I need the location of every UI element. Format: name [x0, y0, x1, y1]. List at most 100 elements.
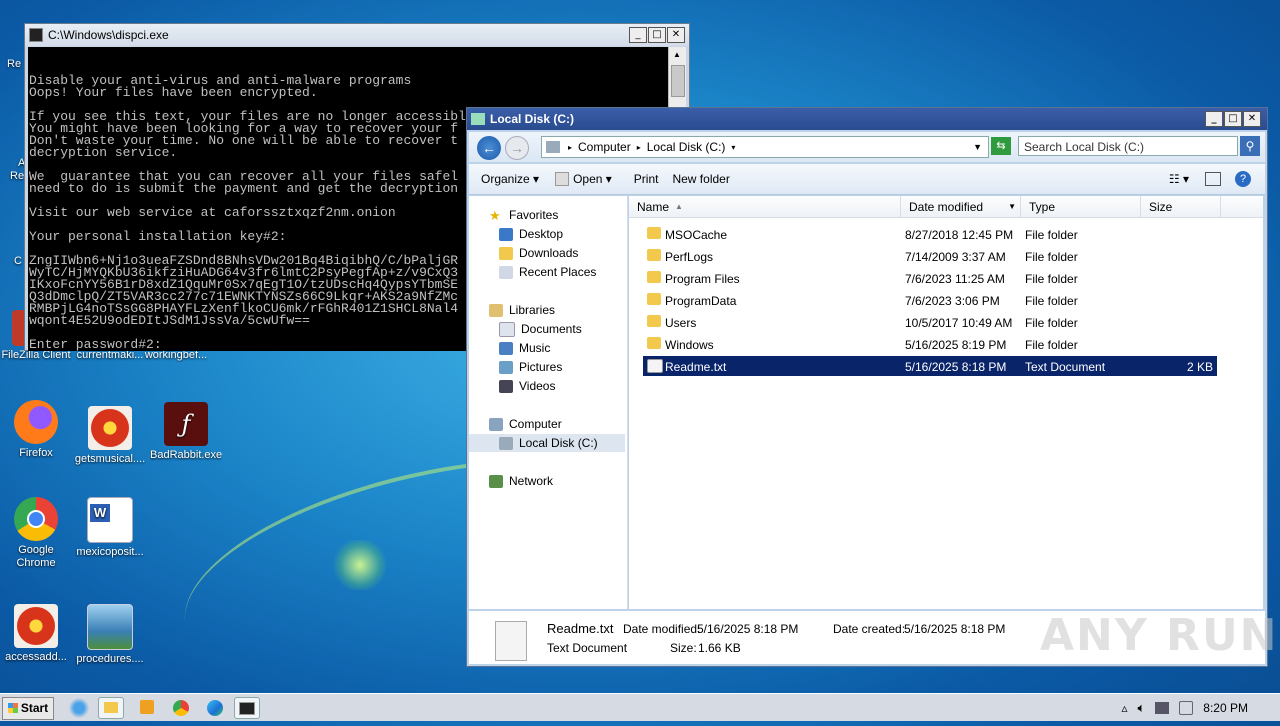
open-icon [555, 172, 570, 187]
console-taskbar-icon[interactable] [234, 697, 260, 719]
desktop-icon-mexicoposition[interactable]: W mexicoposit... [74, 497, 146, 559]
nav-documents[interactable]: Documents [499, 320, 582, 338]
scroll-up-icon[interactable]: ▲ [673, 50, 681, 59]
file-type: File folder [1025, 228, 1078, 242]
back-arrow-icon[interactable]: ← [477, 136, 501, 160]
scrollbar-thumb[interactable] [671, 65, 685, 97]
desktop-icon-firefox[interactable]: Firefox [0, 400, 72, 460]
desktop-edge-label: Re [10, 170, 25, 182]
maximize-button[interactable]: □ [1224, 111, 1242, 127]
address-history-dropdown-icon[interactable]: ▼ [973, 142, 982, 152]
file-name: Readme.txt [665, 360, 727, 374]
preview-pane-icon[interactable] [1205, 172, 1221, 186]
details-size-label: Size: [670, 641, 697, 655]
nav-videos[interactable]: Videos [499, 377, 555, 395]
search-input[interactable]: Search Local Disk (C:) [1018, 136, 1238, 156]
documents-icon [499, 321, 515, 337]
column-header-date[interactable]: Date modified ▼ [901, 196, 1021, 218]
address-bar: ← → ▸ Computer ▸ Local Disk (C:) ▾ ▼ ⇆ S… [469, 132, 1265, 162]
desktop-icon-label: Firefox [19, 447, 53, 459]
desktop-icon-getsmusical[interactable]: getsmusical.... [74, 406, 146, 466]
file-name: Windows [665, 338, 714, 352]
file-row[interactable]: PerfLogs 7/14/2009 3:37 AM File folder [643, 246, 1217, 266]
firefox-icon [14, 400, 58, 444]
search-icon[interactable]: ⚲ [1240, 136, 1260, 156]
desktop-icon-accessadd[interactable]: accessadd... [0, 604, 72, 664]
nav-music[interactable]: Music [499, 339, 550, 357]
command-bar: Organize ▾ Open ▾ Print New folder ☷ ▾ ? [469, 164, 1265, 195]
chevron-down-icon[interactable]: ▼ [1008, 202, 1016, 211]
text-file-icon [647, 359, 663, 373]
console-titlebar[interactable]: C:\Windows\dispci.exe _ □ ✕ [25, 24, 689, 46]
desktop-icon-chrome[interactable]: Google Chrome [0, 497, 72, 570]
details-type: Text Document [547, 641, 628, 655]
explorer-titlebar[interactable]: Local Disk (C:) _ □ ✕ [467, 108, 1267, 130]
desktop-edge-label: C [14, 255, 22, 267]
column-header-type[interactable]: Type [1021, 196, 1141, 218]
videos-icon [499, 379, 513, 393]
folder-icon [647, 315, 661, 327]
folder-icon [647, 293, 661, 305]
nav-network[interactable]: Network [489, 472, 553, 490]
view-options-icon[interactable]: ☷ ▾ [1169, 172, 1189, 186]
minimize-button[interactable]: _ [629, 27, 647, 43]
media-player-icon[interactable] [134, 697, 160, 719]
close-button[interactable]: ✕ [1243, 111, 1261, 127]
folder-icon [647, 271, 661, 283]
file-row[interactable]: ProgramData 7/6/2023 3:06 PM File folder [643, 290, 1217, 310]
breadcrumb-local-disk[interactable]: Local Disk (C:) [647, 140, 726, 154]
clock[interactable]: 8:20 PM [1203, 701, 1248, 715]
volume-icon[interactable]: 🔈︎ [1137, 700, 1145, 716]
action-center-icon[interactable] [1179, 700, 1194, 715]
desktop-icon-label: mexicoposit... [76, 546, 144, 558]
chevron-down-icon[interactable]: ▾ [731, 143, 735, 152]
desktop-icon-badrabbit[interactable]: ƒ BadRabbit.exe [150, 402, 222, 462]
start-button[interactable]: Start [2, 697, 54, 720]
nav-computer[interactable]: Computer [489, 415, 562, 433]
internet-explorer-icon[interactable] [66, 697, 92, 719]
file-type: Text Document [1025, 360, 1106, 374]
minimize-button[interactable]: _ [1205, 111, 1223, 127]
landscape-image-icon [87, 604, 133, 650]
new-folder-button[interactable]: New folder [672, 172, 729, 186]
column-header-name[interactable]: Name ▲ [629, 196, 901, 218]
file-type: File folder [1025, 316, 1078, 330]
refresh-icon[interactable]: ⇆ [991, 137, 1011, 155]
column-header-size[interactable]: Size [1141, 196, 1221, 218]
nav-desktop[interactable]: Desktop [499, 225, 563, 243]
address-breadcrumb[interactable]: ▸ Computer ▸ Local Disk (C:) ▾ ▼ [541, 136, 989, 158]
nav-pictures[interactable]: Pictures [499, 358, 562, 376]
file-row[interactable]: Readme.txt 5/16/2025 8:18 PM Text Document… [643, 356, 1217, 376]
show-hidden-icons-icon[interactable]: ▵ [1121, 701, 1127, 715]
open-button[interactable]: Open ▾ [555, 172, 612, 187]
console-app-icon [29, 28, 43, 42]
forward-arrow-icon[interactable]: → [505, 136, 529, 160]
chrome-taskbar-icon[interactable] [168, 697, 194, 719]
nav-favorites[interactable]: ★ Favorites [489, 206, 558, 224]
file-row[interactable]: MSOCache 8/27/2018 12:45 PM File folder [643, 224, 1217, 244]
network-tray-icon[interactable] [1155, 701, 1170, 714]
desktop-icon-label: procedures.... [76, 653, 144, 665]
file-row[interactable]: Program Files 7/6/2023 11:25 AM File folde… [643, 268, 1217, 288]
wallpaper-flare [330, 540, 390, 590]
word-document-icon: W [87, 497, 133, 543]
file-row[interactable]: Windows 5/16/2025 8:19 PM File folder [643, 334, 1217, 354]
breadcrumb-computer[interactable]: Computer [578, 140, 631, 154]
explorer-window[interactable]: Local Disk (C:) _ □ ✕ ← → ▸ Computer ▸ L… [466, 107, 1268, 667]
desktop-icon-procedures[interactable]: procedures.... [74, 604, 146, 666]
taskbar: Start ▵ 🔈︎ 8:20 PM [0, 693, 1280, 721]
nav-recent-places[interactable]: Recent Places [499, 263, 596, 281]
organize-menu[interactable]: Organize ▾ [481, 172, 539, 186]
print-button[interactable]: Print [634, 172, 659, 186]
nav-libraries[interactable]: Libraries [489, 301, 555, 319]
desktop-icon-label: Google Chrome [16, 544, 56, 569]
nav-downloads[interactable]: Downloads [499, 244, 578, 262]
edge-taskbar-icon[interactable] [202, 697, 228, 719]
file-explorer-taskbar-icon[interactable] [98, 697, 124, 719]
maximize-button[interactable]: □ [648, 27, 666, 43]
text-file-icon [495, 621, 527, 661]
close-button[interactable]: ✕ [667, 27, 685, 43]
file-row[interactable]: Users 10/5/2017 10:49 AM File folder [643, 312, 1217, 332]
help-icon[interactable]: ? [1235, 171, 1251, 187]
nav-local-disk[interactable]: Local Disk (C:) [469, 434, 625, 452]
